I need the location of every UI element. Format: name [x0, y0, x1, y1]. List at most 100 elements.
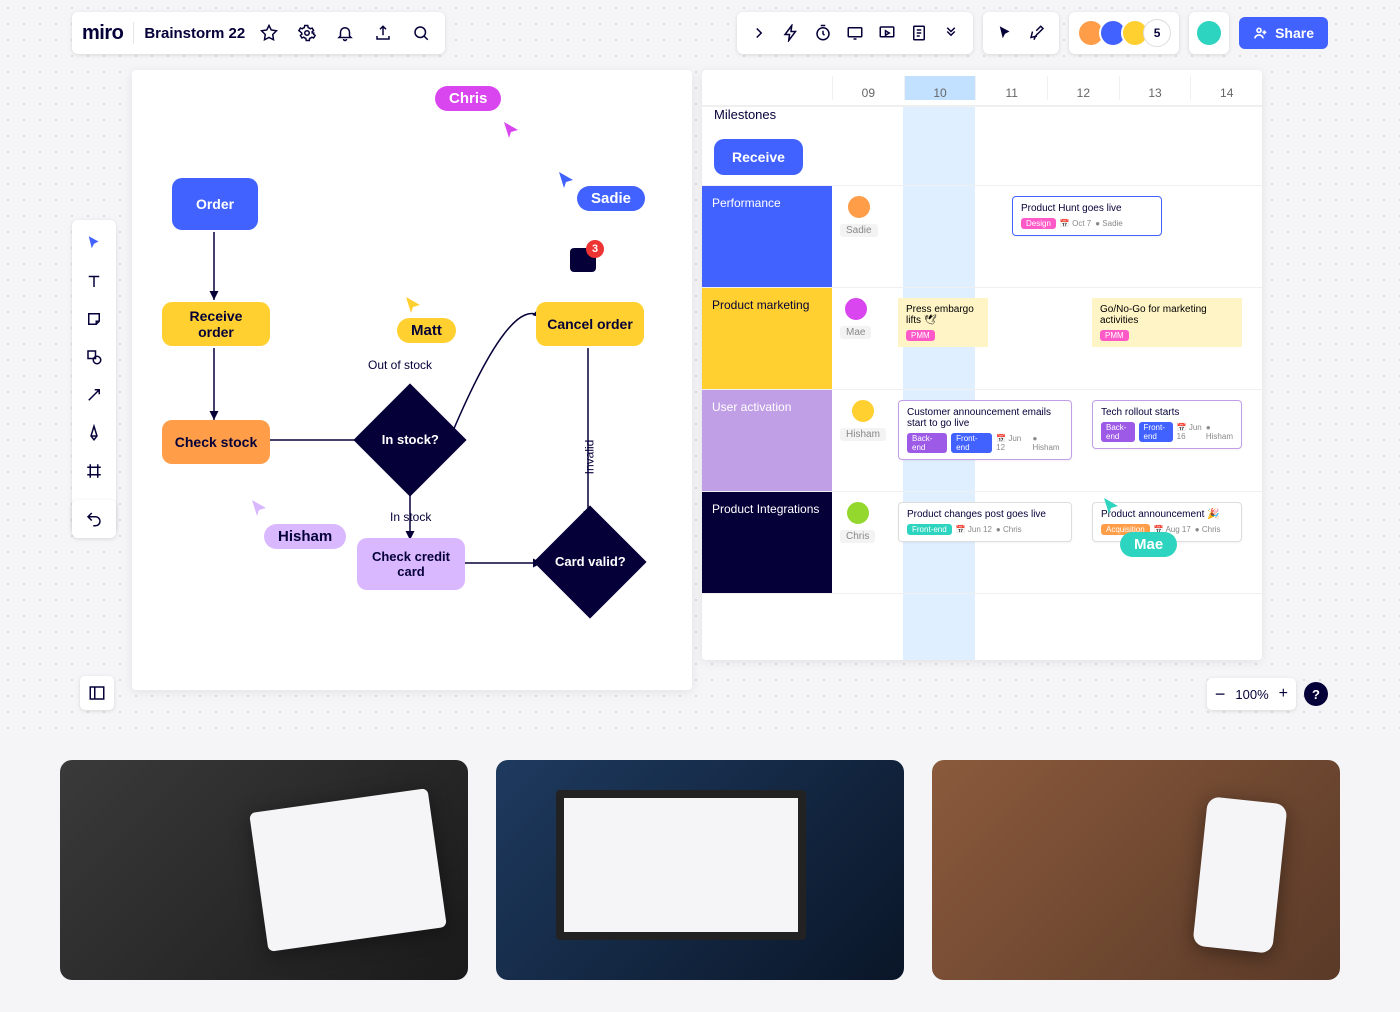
cursor-mae: Mae [1120, 532, 1177, 557]
zoom-out-button[interactable]: − [1215, 684, 1226, 705]
select-tool-icon[interactable] [79, 228, 109, 258]
export-icon[interactable] [369, 19, 397, 47]
tl-row-label: Product Integrations [702, 492, 832, 593]
tl-row-performance: Performance Sadie Product Hunt goes live… [702, 186, 1262, 288]
milestone-receive[interactable]: Receive [714, 139, 803, 175]
cursor-pointer-icon [404, 295, 424, 315]
flow-node-in-stock[interactable]: In stock? [353, 383, 466, 496]
cursor-pointer-icon [1102, 496, 1122, 516]
avatar [850, 398, 876, 424]
facilitation-tools [737, 12, 973, 54]
tl-row-owner: Chris [840, 500, 875, 543]
flow-edge-label-in: In stock [390, 510, 431, 524]
search-icon[interactable] [407, 19, 435, 47]
star-icon[interactable] [255, 19, 283, 47]
current-user [1189, 12, 1229, 54]
cursor-chris: Chris [435, 86, 501, 111]
zoom-level[interactable]: 100% [1235, 687, 1268, 702]
settings-icon[interactable] [293, 19, 321, 47]
flow-node-check-stock[interactable]: Check stock [162, 420, 270, 464]
zoom-in-button[interactable]: + [1279, 685, 1288, 703]
flowchart-frame[interactable]: Order Receive order Check stock In stock… [132, 70, 692, 690]
tl-row-owner: Mae [840, 296, 871, 339]
screen-icon[interactable] [841, 19, 869, 47]
shape-tool-icon[interactable] [79, 342, 109, 372]
gallery-image-phone [932, 760, 1340, 980]
tag: PMM [1100, 330, 1129, 341]
avatar-count[interactable]: 5 [1143, 19, 1171, 47]
tag: Front-end [1139, 422, 1173, 442]
card-title: Customer announcement emails start to go… [907, 407, 1063, 429]
avatars[interactable]: 5 [1077, 19, 1171, 47]
tag: Back-end [1101, 422, 1135, 442]
tl-day[interactable]: 12 [1047, 76, 1119, 100]
cursor-sadie: Sadie [577, 186, 645, 211]
reactions-icon[interactable] [1023, 19, 1051, 47]
share-button[interactable]: Share [1239, 17, 1328, 49]
tl-day[interactable]: 14 [1190, 76, 1262, 100]
tl-day[interactable]: 13 [1119, 76, 1191, 100]
tl-row-owner: Sadie [840, 194, 878, 237]
card-date: Jun 12 [996, 434, 1021, 452]
tl-row-milestones: Milestones Receive [702, 106, 1262, 186]
avatar-self[interactable] [1195, 19, 1223, 47]
owner-name: Sadie [840, 224, 878, 237]
timeline-card[interactable]: Tech rollout starts Back-end Front-end 📅… [1092, 400, 1242, 449]
sticky-note[interactable]: Press embargo lifts 🕊 PMM [898, 298, 988, 347]
tl-row-owner: Hisham [840, 398, 886, 441]
card-owner: Sadie [1102, 219, 1122, 228]
logo[interactable]: miro [82, 22, 123, 45]
pointer-icon[interactable] [991, 19, 1019, 47]
frame-tool-icon[interactable] [79, 456, 109, 486]
present-icon[interactable] [873, 19, 901, 47]
canvas-workspace[interactable]: miro Brainstorm 22 5 [0, 0, 1400, 730]
timeline-header: 09 10 11 12 13 14 [702, 70, 1262, 106]
flow-edge-label-invalid: Invalid [582, 440, 596, 475]
cursor-matt: Matt [397, 318, 456, 343]
flow-node-cancel[interactable]: Cancel order [536, 302, 644, 346]
flow-node-receive[interactable]: Receive order [162, 302, 270, 346]
gallery-image-tv [496, 760, 904, 980]
card-title: Tech rollout starts [1101, 407, 1233, 418]
arrow-tool-icon[interactable] [79, 380, 109, 410]
note-text: Press embargo lifts 🕊 [906, 304, 980, 326]
notes-icon[interactable] [905, 19, 933, 47]
flow-node-order[interactable]: Order [172, 178, 258, 230]
more-icon[interactable] [937, 19, 965, 47]
timeline-card[interactable]: Product Hunt goes live Design 📅 Oct 7 ● … [1012, 196, 1162, 236]
tool-toolbar [72, 220, 116, 532]
card-owner: Chris [1003, 525, 1022, 534]
cursor-pointer-icon [502, 120, 522, 140]
sticky-tool-icon[interactable] [79, 304, 109, 334]
timeline-frame[interactable]: 09 10 11 12 13 14 Milestones Receive Per… [702, 70, 1262, 660]
card-date: Oct 7 [1072, 219, 1091, 228]
pen-tool-icon[interactable] [79, 418, 109, 448]
bolt-icon[interactable] [777, 19, 805, 47]
tl-day[interactable]: 10 [904, 76, 976, 100]
timeline-card[interactable]: Product changes post goes live Front-end… [898, 502, 1072, 542]
tl-row-label: Performance [702, 186, 832, 287]
timeline-card[interactable]: Customer announcement emails start to go… [898, 400, 1072, 460]
comment-thread[interactable]: 3 [570, 248, 596, 272]
undo-button[interactable] [72, 500, 116, 538]
owner-name: Mae [840, 326, 871, 339]
owner-name: Chris [840, 530, 875, 543]
tl-day[interactable]: 11 [975, 76, 1047, 100]
flow-node-check-cc[interactable]: Check credit card [357, 538, 465, 590]
flow-node-card-valid[interactable]: Card valid? [533, 505, 646, 618]
tl-day[interactable]: 09 [832, 76, 904, 100]
chevron-right-icon[interactable] [745, 19, 773, 47]
help-button[interactable]: ? [1304, 682, 1328, 706]
timer-icon[interactable] [809, 19, 837, 47]
frames-panel-button[interactable] [80, 676, 114, 710]
sticky-note[interactable]: Go/No-Go for marketing activities PMM [1092, 298, 1242, 347]
board-title[interactable]: Brainstorm 22 [144, 25, 245, 42]
card-title: Product Hunt goes live [1021, 203, 1153, 214]
text-tool-icon[interactable] [79, 266, 109, 296]
gallery-strip [0, 760, 1400, 980]
tag: Back-end [907, 433, 947, 453]
cursor-tools [983, 12, 1059, 54]
card-owner: Chris [1202, 525, 1221, 534]
bell-icon[interactable] [331, 19, 359, 47]
card-date: Jun 12 [968, 525, 992, 534]
